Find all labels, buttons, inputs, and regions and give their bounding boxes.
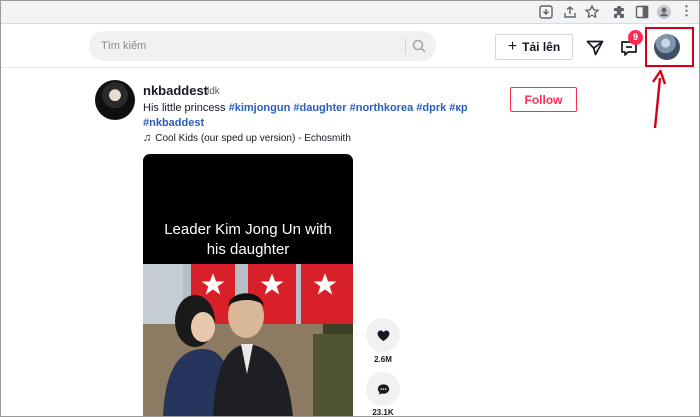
music-title: Cool Kids (our sped up version) - Echosm… xyxy=(155,132,351,144)
heart-icon xyxy=(377,329,389,341)
video-scene-image xyxy=(143,264,353,417)
music-link[interactable]: ♫ Cool Kids (our sped up version) - Echo… xyxy=(143,132,351,144)
hashtag-link[interactable]: #northkorea xyxy=(350,102,414,114)
video-title-line: Leader Kim Jong Un with xyxy=(164,221,332,238)
share-icon[interactable] xyxy=(562,4,578,20)
author-avatar[interactable] xyxy=(95,80,135,120)
video-frame xyxy=(143,264,353,417)
hashtag-link[interactable]: #kimjongun xyxy=(229,102,291,114)
post-caption: His little princess #kimjongun #daughter… xyxy=(143,101,483,131)
music-note-icon: ♫ xyxy=(143,132,152,144)
hashtag-link[interactable]: #dprk xyxy=(416,102,446,114)
site-header: + Tải lên 9 xyxy=(0,25,700,68)
annotation-arrow-icon xyxy=(652,69,667,129)
author-username[interactable]: nkbaddest xyxy=(143,83,208,98)
follow-button[interactable]: Follow xyxy=(510,87,577,112)
more-icon[interactable]: ⋮ xyxy=(680,2,693,20)
plus-icon: + xyxy=(507,38,518,55)
video-player[interactable]: Leader Kim Jong Un with his daughter xyxy=(143,154,353,417)
video-title-line: his daughter xyxy=(206,241,290,258)
browser-toolbar: ⋮ xyxy=(0,0,700,24)
hashtag-link[interactable]: #кр xyxy=(449,102,467,114)
flag-icon xyxy=(301,264,353,324)
messages-icon[interactable] xyxy=(585,38,605,58)
video-overlay-title: Leader Kim Jong Un with his daughter xyxy=(143,220,353,260)
highlight-box xyxy=(645,27,694,67)
upload-button[interactable]: + Tải lên xyxy=(495,34,573,60)
comment-icon xyxy=(377,383,389,395)
search-divider xyxy=(405,38,406,54)
comment-button[interactable] xyxy=(366,372,400,406)
hashtag-link[interactable]: #daughter xyxy=(293,102,346,114)
sidebar-icon[interactable] xyxy=(634,4,650,20)
star-icon[interactable] xyxy=(584,4,600,20)
profile-icon[interactable] xyxy=(656,4,672,20)
install-icon[interactable] xyxy=(538,4,554,20)
search-input[interactable] xyxy=(101,36,391,56)
inbox-badge: 9 xyxy=(628,30,643,45)
search-icon[interactable] xyxy=(411,38,427,54)
hashtag-link[interactable]: #nkbaddest xyxy=(143,117,204,129)
upload-label: Tải lên xyxy=(522,40,561,54)
like-count: 2.6M xyxy=(374,355,392,364)
comment-count: 23.1K xyxy=(372,408,394,417)
search-bar xyxy=(89,31,436,61)
extensions-icon[interactable] xyxy=(612,4,628,20)
caption-text: His little princess xyxy=(143,102,229,114)
author-nickname[interactable]: ldk xyxy=(207,86,220,97)
like-button[interactable] xyxy=(366,318,400,352)
